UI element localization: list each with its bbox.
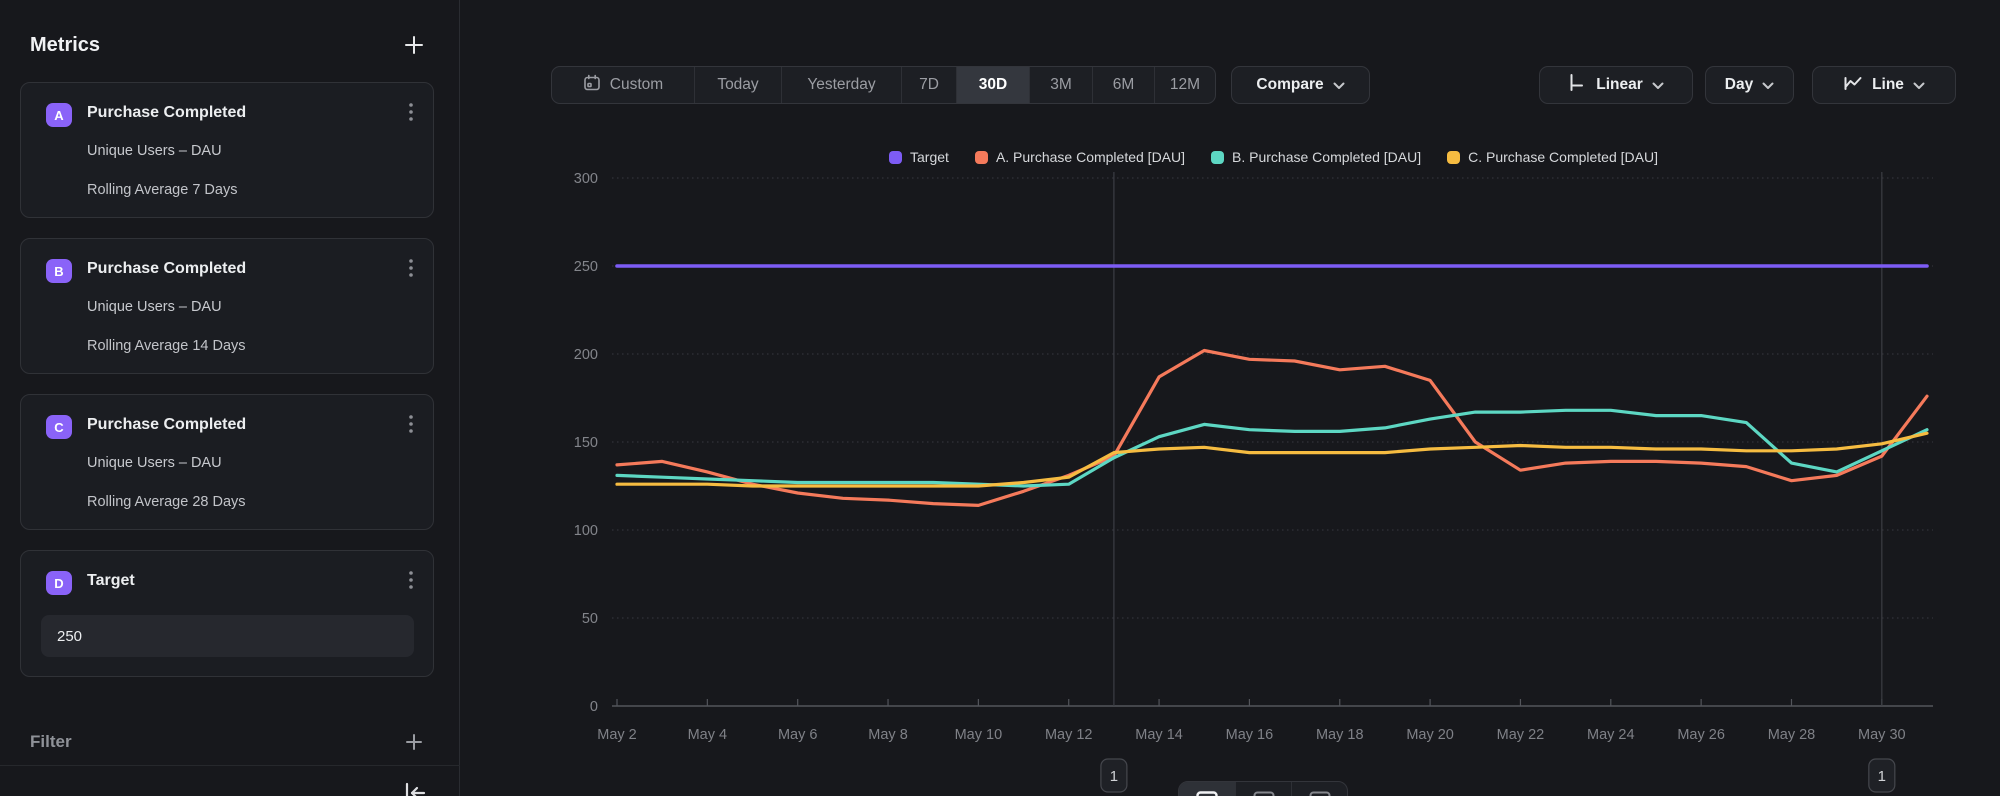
target-value-input[interactable]: [41, 615, 414, 657]
chart-view-icon: [1196, 791, 1218, 796]
range-7d-button[interactable]: 7D: [901, 67, 956, 103]
metric-card-b[interactable]: B Purchase Completed Unique Users – DAU …: [20, 238, 434, 374]
metric-title: Purchase Completed: [87, 260, 246, 278]
date-range-picker: Custom Today Yesterday 7D 30D 3M 6M 12M: [551, 66, 1216, 104]
x-axis-label: May 30: [1858, 727, 1906, 743]
scale-select-button[interactable]: Linear: [1539, 66, 1693, 104]
metric-title: Purchase Completed: [87, 104, 246, 122]
x-axis-label: May 8: [868, 727, 908, 743]
calendar-icon: [583, 74, 601, 97]
chevron-down-icon: [1333, 77, 1345, 95]
view-switcher: [1178, 781, 1348, 796]
y-axis-label: 100: [574, 523, 598, 539]
series-line-c: [617, 433, 1927, 486]
view-toggle-split[interactable]: [1291, 782, 1347, 796]
range-6m-button[interactable]: 6M: [1092, 67, 1154, 103]
metrics-header: Metrics: [0, 31, 460, 59]
y-axis-label: 200: [574, 347, 598, 363]
metric-options-button[interactable]: [397, 253, 425, 285]
y-axis-label: 300: [574, 171, 598, 187]
split-view-icon: [1309, 791, 1331, 796]
x-axis-label: May 20: [1406, 727, 1454, 743]
metric-rolling-window: Rolling Average 28 Days: [87, 494, 246, 510]
add-filter-button[interactable]: [400, 728, 428, 756]
x-axis-label: May 18: [1316, 727, 1364, 743]
x-axis-label: May 16: [1226, 727, 1274, 743]
y-axis-label: 0: [590, 699, 598, 715]
kebab-icon: [409, 571, 413, 592]
kebab-icon: [409, 259, 413, 280]
metric-badge-a: A: [46, 103, 72, 127]
x-axis-label: May 14: [1135, 727, 1183, 743]
chart-type-select-button[interactable]: Line: [1812, 66, 1956, 104]
filter-header: Filter: [0, 728, 460, 756]
metric-badge-c: C: [46, 415, 72, 439]
x-axis-label: May 4: [688, 727, 728, 743]
add-metric-button[interactable]: [400, 31, 428, 59]
x-axis-label: May 28: [1768, 727, 1816, 743]
sidebar-divider: [0, 765, 460, 766]
range-custom-button[interactable]: Custom: [552, 67, 694, 103]
metric-measure: Unique Users – DAU: [87, 143, 222, 159]
table-view-icon: [1253, 791, 1275, 796]
kebab-icon: [409, 103, 413, 124]
chevron-down-icon: [1762, 77, 1774, 95]
y-axis-label: 50: [582, 611, 598, 627]
metrics-panel-title: Metrics: [30, 34, 100, 57]
target-title: Target: [87, 572, 135, 590]
metrics-sidebar: Metrics A Purchase Completed Unique User…: [0, 0, 460, 796]
x-axis-label: May 22: [1497, 727, 1545, 743]
metric-badge-b: B: [46, 259, 72, 283]
view-toggle-table[interactable]: [1235, 782, 1291, 796]
view-toggle-chart[interactable]: [1179, 782, 1235, 796]
x-axis-label: May 24: [1587, 727, 1635, 743]
metric-rolling-window: Rolling Average 14 Days: [87, 338, 246, 354]
series-line-b: [617, 410, 1927, 486]
line-chart-icon: [1843, 74, 1863, 97]
metric-measure: Unique Users – DAU: [87, 299, 222, 315]
metric-title: Purchase Completed: [87, 416, 246, 434]
target-options-button[interactable]: [397, 565, 425, 597]
y-axis-label: 150: [574, 435, 598, 451]
x-axis-label: May 26: [1677, 727, 1725, 743]
metric-options-button[interactable]: [397, 97, 425, 129]
range-yesterday-button[interactable]: Yesterday: [781, 67, 901, 103]
range-30d-button[interactable]: 30D: [956, 67, 1029, 103]
compare-button[interactable]: Compare: [1231, 66, 1370, 104]
x-axis-label: May 10: [955, 727, 1003, 743]
metric-card-a[interactable]: A Purchase Completed Unique Users – DAU …: [20, 82, 434, 218]
range-3m-button[interactable]: 3M: [1029, 67, 1092, 103]
x-axis-label: May 2: [597, 727, 637, 743]
chevron-down-icon: [1652, 77, 1664, 95]
collapse-sidebar-button[interactable]: [398, 779, 430, 796]
x-axis-label: May 6: [778, 727, 818, 743]
annotation-badge-label: 1: [1878, 768, 1886, 785]
metric-badge-d: D: [46, 571, 72, 595]
linear-scale-icon: [1568, 73, 1587, 97]
granularity-select-button[interactable]: Day: [1705, 66, 1794, 104]
metric-card-c[interactable]: C Purchase Completed Unique Users – DAU …: [20, 394, 434, 530]
plus-icon: [404, 732, 424, 752]
filter-panel-title: Filter: [30, 732, 72, 752]
chevron-down-icon: [1913, 77, 1925, 95]
annotation-badge-label: 1: [1110, 768, 1118, 785]
range-12m-button[interactable]: 12M: [1154, 67, 1215, 103]
metric-options-button[interactable]: [397, 409, 425, 441]
range-today-button[interactable]: Today: [694, 67, 781, 103]
metric-measure: Unique Users – DAU: [87, 455, 222, 471]
target-card[interactable]: D Target: [20, 550, 434, 677]
metric-rolling-window: Rolling Average 7 Days: [87, 182, 237, 198]
kebab-icon: [409, 415, 413, 436]
line-chart-canvas[interactable]: 0 50 100 150 200 250 300 May 2 May 4 May 6 May 8 Ma…: [460, 100, 2000, 796]
x-axis-label: May 12: [1045, 727, 1093, 743]
y-axis-label: 250: [574, 259, 598, 275]
metrics-dashboard: Metrics A Purchase Completed Unique User…: [0, 0, 2000, 796]
plus-icon: [403, 34, 425, 56]
